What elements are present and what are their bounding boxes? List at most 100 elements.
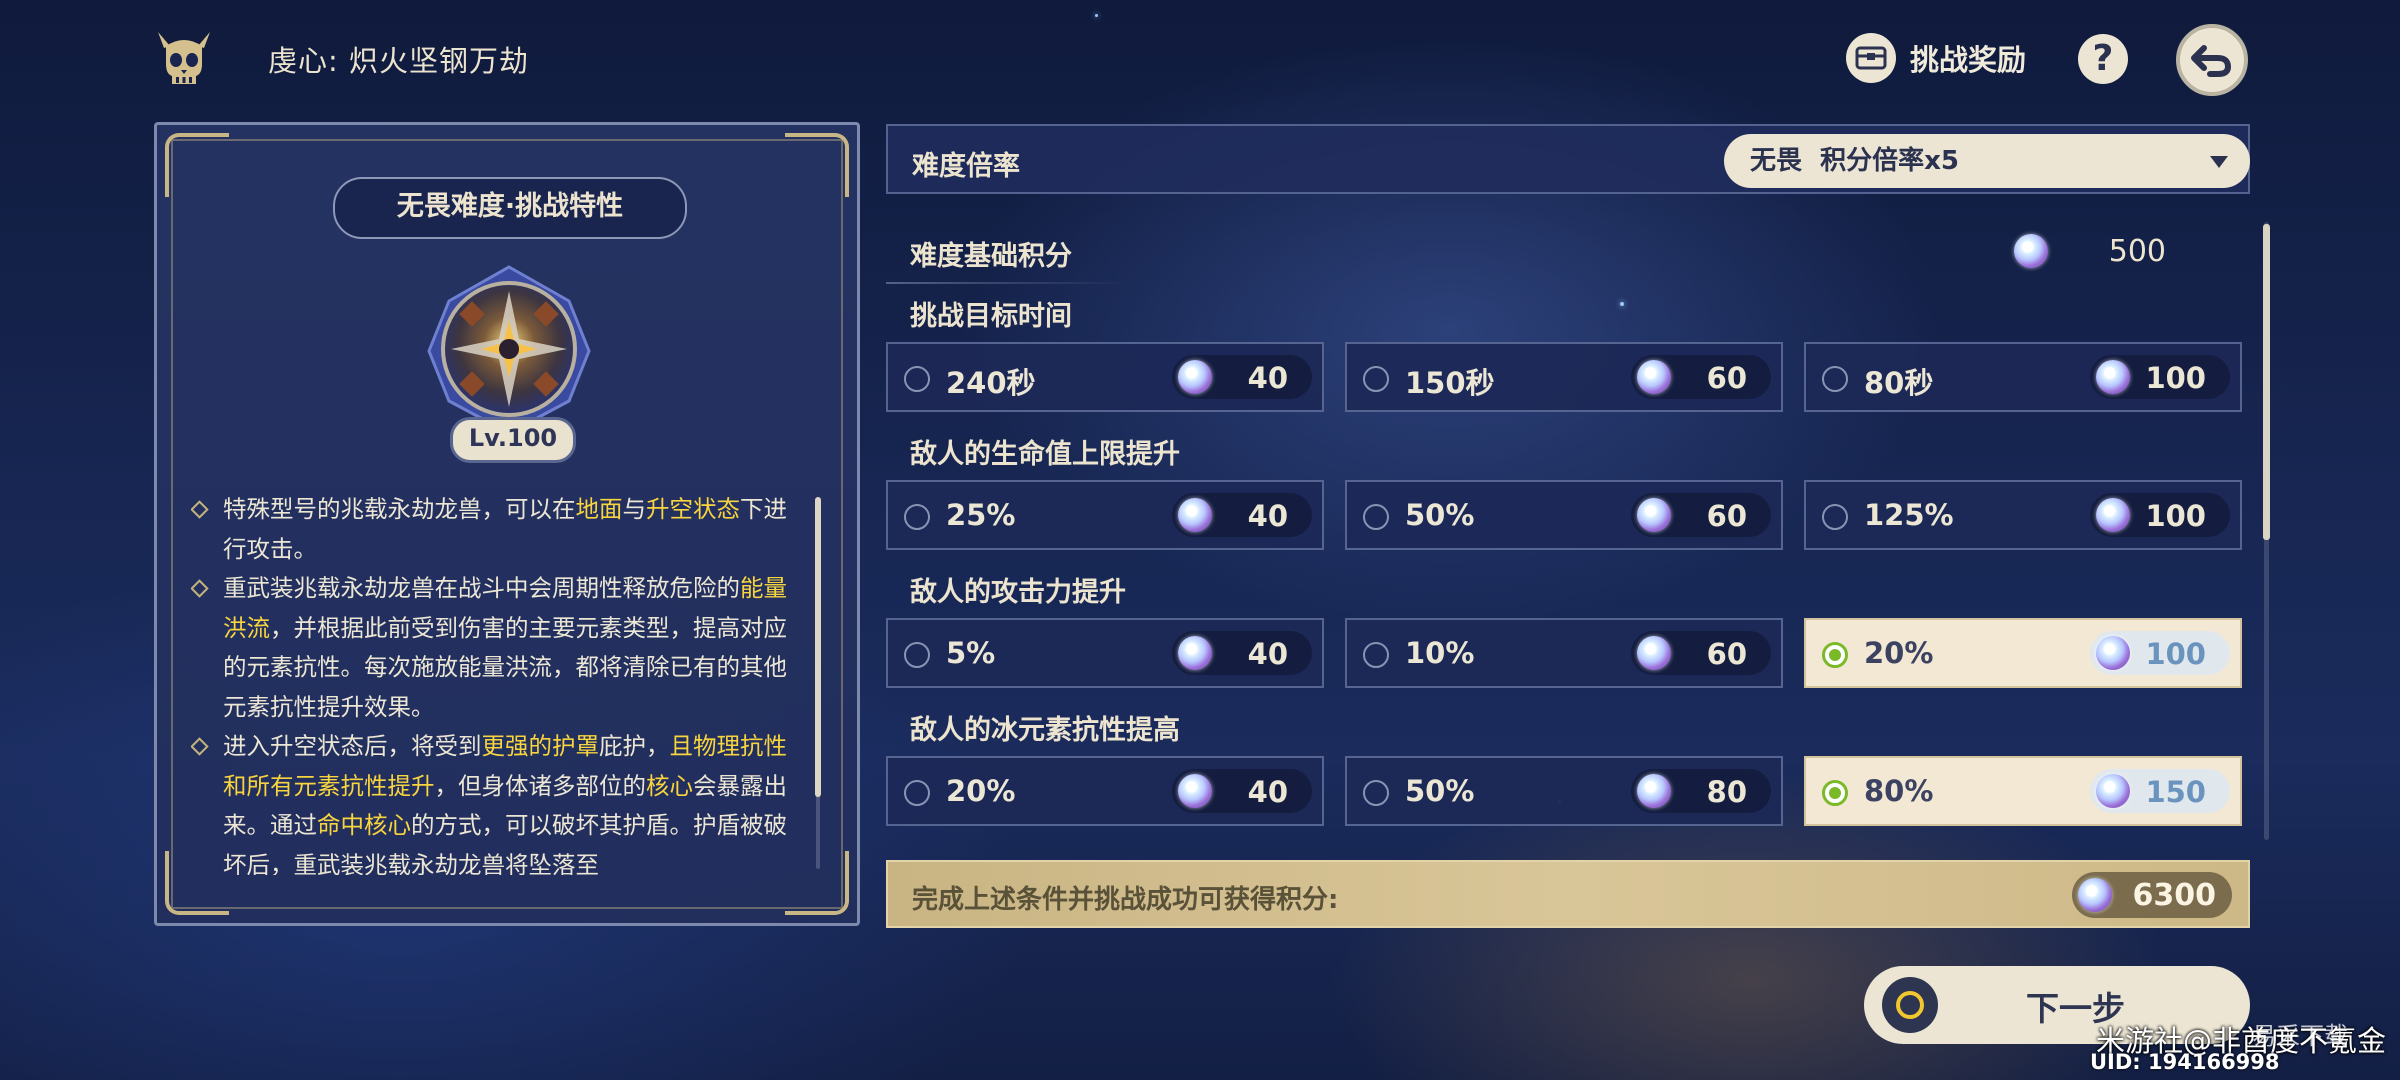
diamond-bullet-icon: [191, 737, 209, 756]
condition-label: 敌人的生命值上限提升: [910, 439, 1180, 470]
highlight-keyword: 核心: [646, 771, 693, 800]
total-score-pill: 6300: [2072, 872, 2232, 918]
radio-button[interactable]: [1363, 366, 1389, 392]
option-label: 25%: [946, 498, 1016, 532]
trait-description-item: 特殊型号的兆载永劫龙兽，可以在地面与升空状态下进行攻击。: [191, 490, 791, 569]
option-points: 100: [2145, 361, 2206, 395]
option-label: 5%: [946, 636, 996, 670]
option-points: 40: [1247, 361, 1288, 395]
score-gem-icon: [1637, 636, 1671, 670]
option-label: 80%: [1864, 774, 1934, 808]
radio-button[interactable]: [1822, 642, 1848, 668]
condition-option[interactable]: 80秒 100: [1804, 342, 2242, 412]
domain-skull-icon: [152, 26, 216, 90]
score-gem-icon: [1637, 360, 1671, 394]
option-points-pill: 40: [1172, 631, 1312, 675]
radio-button[interactable]: [1822, 366, 1848, 392]
option-label: 150秒: [1405, 366, 1495, 400]
score-gem-icon: [1637, 774, 1671, 808]
score-gem-icon: [2014, 234, 2048, 268]
diamond-bullet-icon: [191, 500, 209, 519]
help-button[interactable]: ?: [2078, 34, 2128, 84]
star: [1095, 14, 1098, 17]
condition-option[interactable]: 80% 150: [1804, 756, 2242, 826]
option-points-pill: 100: [2090, 493, 2230, 537]
diamond-bullet-icon: [191, 579, 209, 598]
description-text: 重武装兆载永劫龙兽在战斗中会周期性释放危险的: [223, 574, 740, 602]
description-text: 庇护，: [599, 732, 670, 760]
highlight-keyword: 命中核心: [317, 811, 411, 839]
difficulty-row: 难度倍率 无畏 积分倍率x5: [886, 124, 2250, 194]
condition-option[interactable]: 20% 40: [886, 756, 1324, 826]
highlight-keyword: 地面: [575, 495, 623, 523]
traits-description[interactable]: 特殊型号的兆载永劫龙兽，可以在地面与升空状态下进行攻击。重武装兆载永劫龙兽在战斗…: [191, 490, 791, 875]
description-text: ，并根据此前受到伤害的主要元素类型，提高对应的元素抗性。每次施放能量洪流，都将清…: [223, 613, 787, 721]
option-points-pill: 60: [1631, 355, 1771, 399]
option-label: 50%: [1405, 774, 1475, 808]
condition-option[interactable]: 125% 100: [1804, 480, 2242, 550]
total-score-bar: 完成上述条件并挑战成功可获得积分: 6300: [886, 860, 2250, 928]
conditions-scrollbar[interactable]: [2263, 224, 2270, 540]
description-text: 进入升空状态后，将受到: [223, 732, 482, 760]
condition-option[interactable]: 150秒 60: [1345, 342, 1783, 412]
option-points: 40: [1247, 499, 1288, 533]
difficulty-dropdown[interactable]: 无畏 积分倍率x5: [1724, 134, 2250, 188]
traits-title: 无畏难度·挑战特性: [333, 177, 687, 239]
option-label: 240秒: [946, 366, 1036, 400]
condition-label: 敌人的冰元素抗性提高: [910, 715, 1180, 746]
condition-option[interactable]: 10% 60: [1345, 618, 1783, 688]
option-label: 20%: [946, 774, 1016, 808]
domain-title: 虔心: 炽火坚钢万劫: [268, 44, 529, 78]
score-gem-icon: [1178, 498, 1212, 532]
radio-button[interactable]: [1363, 642, 1389, 668]
score-gem-icon: [1178, 636, 1212, 670]
description-scrollbar[interactable]: [815, 497, 821, 797]
option-points-pill: 60: [1631, 493, 1771, 537]
difficulty-label: 难度倍率: [912, 151, 1020, 182]
back-button[interactable]: [2176, 24, 2248, 96]
radio-button[interactable]: [904, 642, 930, 668]
condition-option[interactable]: 20% 100: [1804, 618, 2242, 688]
radio-button[interactable]: [904, 504, 930, 530]
option-points: 80: [1706, 775, 1747, 809]
divider: [886, 282, 1126, 284]
frame-corner: [165, 133, 229, 197]
option-label: 50%: [1405, 498, 1475, 532]
option-points-pill: 80: [1631, 769, 1771, 813]
score-gem-icon: [2096, 498, 2130, 532]
radio-button[interactable]: [1822, 780, 1848, 806]
radio-button[interactable]: [904, 780, 930, 806]
total-score-value: 6300: [2132, 878, 2217, 913]
condition-label: 敌人的攻击力提升: [910, 577, 1126, 608]
option-label: 10%: [1405, 636, 1475, 670]
option-points: 40: [1247, 637, 1288, 671]
option-points: 150: [2145, 775, 2206, 809]
challenge-reward-button[interactable]: 挑战奖励: [1846, 32, 2026, 84]
condition-option[interactable]: 5% 40: [886, 618, 1324, 688]
description-text: ，但身体诸多部位的: [434, 771, 647, 800]
radio-button[interactable]: [1822, 504, 1848, 530]
option-points-pill: 40: [1172, 355, 1312, 399]
radio-button[interactable]: [904, 366, 930, 392]
score-gem-icon: [2078, 878, 2112, 912]
watermark-uid: UID: 194166998: [2090, 1050, 2280, 1074]
option-points-pill: 40: [1172, 493, 1312, 537]
option-points-pill: 100: [2090, 355, 2230, 399]
condition-option[interactable]: 50% 80: [1345, 756, 1783, 826]
option-points-pill: 40: [1172, 769, 1312, 813]
option-label: 80秒: [1864, 366, 1934, 400]
back-arrow-icon: [2191, 45, 2232, 77]
condition-option[interactable]: 25% 40: [886, 480, 1324, 550]
radio-button[interactable]: [1363, 780, 1389, 806]
boss-emblem-icon: [419, 261, 599, 441]
base-score-row: 难度基础积分 500: [886, 222, 2276, 284]
condition-label: 挑战目标时间: [910, 301, 1072, 332]
option-label: 20%: [1864, 636, 1934, 670]
dropdown-arrow-icon: [2210, 156, 2228, 168]
radio-button[interactable]: [1363, 504, 1389, 530]
total-score-label: 完成上述条件并挑战成功可获得积分:: [912, 885, 1339, 915]
challenge-reward-label: 挑战奖励: [1910, 43, 2027, 77]
condition-option[interactable]: 50% 60: [1345, 480, 1783, 550]
condition-option[interactable]: 240秒 40: [886, 342, 1324, 412]
description-text: 特殊型号的兆载永劫龙兽，可以在: [223, 495, 576, 523]
